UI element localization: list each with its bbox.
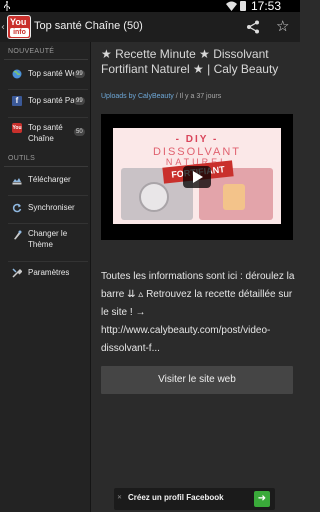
page-title: Top santé Chaîne (50) <box>34 20 143 32</box>
app-logo[interactable]: You info <box>7 15 31 39</box>
sidebar-item-settings[interactable]: Paramètres <box>0 264 90 286</box>
count-badge: 99 <box>74 70 85 78</box>
sidebar-item-label-line1: Top santé <box>28 123 63 132</box>
battery-icon <box>240 1 246 11</box>
divider <box>8 261 88 262</box>
sidebar-item-sync[interactable]: Synchroniser <box>0 198 90 220</box>
settings-icon <box>12 268 22 278</box>
visit-website-button[interactable]: Visiter le site web <box>101 366 293 394</box>
globe-icon <box>12 69 22 79</box>
usb-icon <box>4 1 10 11</box>
sidebar-item-label: Paramètres <box>28 268 70 277</box>
video-meta: Uploads by CalyBeauty / Il y a 37 jours <box>101 93 221 100</box>
sidebar: NOUVEAUTÉ Top santé Web 99 f Top santé P… <box>0 42 91 512</box>
sidebar-item-label: Top santé Web <box>28 69 74 78</box>
app-screen: 17:53 ‹ You info Top santé Chaîne (50) ☆… <box>0 0 300 512</box>
sidebar-item-label: Télécharger <box>28 175 71 184</box>
main-content: ★ Recette Minute ★ Dissolvant Fortifiant… <box>91 42 300 512</box>
thumbnail-jar <box>139 182 169 212</box>
divider <box>8 117 88 118</box>
ad-text: Créez un profil Facebook <box>128 493 224 502</box>
ad-banner[interactable]: ✕ Créez un profil Facebook ➜ <box>114 488 275 510</box>
up-chevron-icon[interactable]: ‹ <box>1 22 5 33</box>
count-badge: 50 <box>74 128 85 136</box>
video-age: / Il y a 37 jours <box>173 93 222 100</box>
download-icon <box>12 178 22 185</box>
sidebar-item-download[interactable]: Télécharger <box>0 170 90 192</box>
sidebar-item-label: Synchroniser <box>28 203 75 212</box>
video-player[interactable]: - DIY - DISSOLVANT NATUREL FORTIFIANT <box>101 114 293 240</box>
divider <box>8 223 88 224</box>
star-icon[interactable]: ☆ <box>276 18 289 34</box>
play-button[interactable] <box>183 166 211 188</box>
divider <box>8 89 88 90</box>
status-bar: 17:53 <box>0 0 300 13</box>
sidebar-item-web[interactable]: Top santé Web 99 <box>0 64 90 86</box>
uploader-link[interactable]: Uploads by CalyBeauty <box>101 93 174 100</box>
wifi-icon <box>226 1 237 11</box>
share-icon[interactable] <box>246 20 260 34</box>
app-logo-text: You <box>10 17 27 27</box>
sidebar-item-label-line2: Chaîne <box>28 134 54 143</box>
play-icon <box>193 171 203 183</box>
divider <box>4 59 88 60</box>
arrow-right-icon[interactable]: ➜ <box>254 491 270 507</box>
video-title: ★ Recette Minute ★ Dissolvant Fortifiant… <box>101 47 279 76</box>
theme-icon <box>14 230 22 240</box>
facebook-icon: f <box>12 96 22 106</box>
youtube-icon: You <box>12 123 22 133</box>
count-badge: 99 <box>74 97 85 105</box>
sidebar-item-theme[interactable]: Changer le Thème <box>0 226 90 258</box>
section-header-new: NOUVEAUTÉ <box>8 48 55 55</box>
sidebar-item-chaine[interactable]: You Top santé Chaîne 50 <box>0 120 90 152</box>
thumbnail-caption-diy: - DIY - <box>175 134 219 145</box>
ad-close-icon[interactable]: ✕ <box>117 494 122 501</box>
sidebar-item-label-line1: Changer le <box>28 229 68 238</box>
sidebar-item-page[interactable]: f Top santé Page 99 <box>0 92 90 114</box>
divider <box>4 166 88 167</box>
sync-icon <box>12 203 22 213</box>
divider <box>8 195 88 196</box>
app-logo-subtext: info <box>10 28 29 37</box>
section-header-tools: OUTILS <box>8 155 36 162</box>
thumbnail-bottle <box>223 184 245 210</box>
video-description: Toutes les informations sont ici : dérou… <box>101 271 295 354</box>
sidebar-item-label: Top santé Page <box>28 96 74 105</box>
action-bar: ‹ You info Top santé Chaîne (50) ☆ <box>0 12 300 42</box>
sidebar-item-label-line2: Thème <box>28 240 53 249</box>
